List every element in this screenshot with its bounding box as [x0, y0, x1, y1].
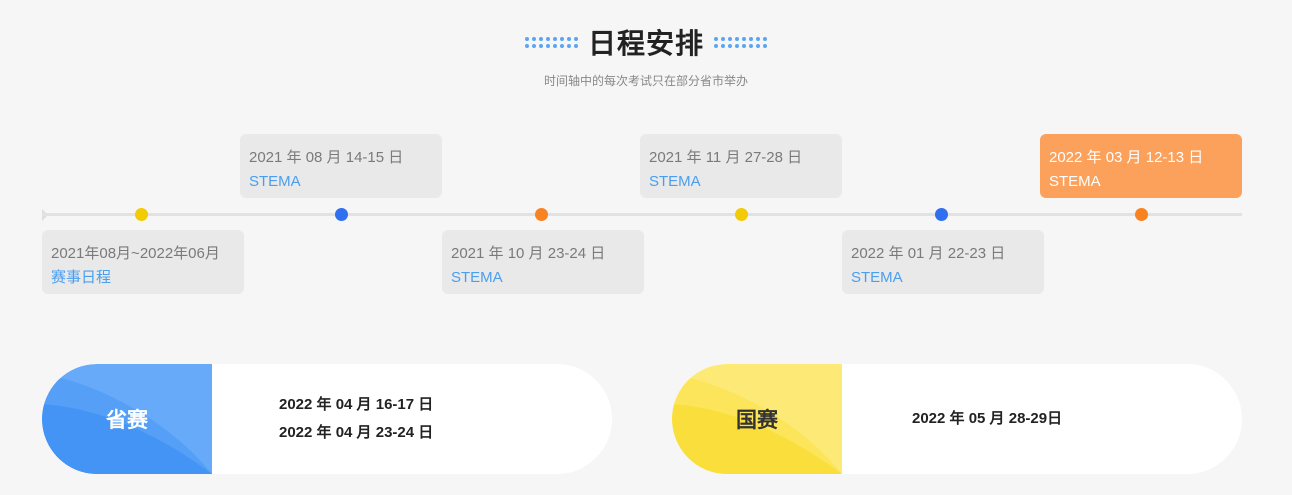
national-date-1: 2022 年 05 月 28-29日	[912, 410, 1063, 427]
timeline-card-date: 2021 年 08 月 14-15 日	[249, 149, 404, 166]
provincial-label: 省赛	[106, 409, 148, 432]
header: 日程安排 时间轴中的每次考试只在部分省市举办	[0, 22, 1292, 89]
timeline-card-stema-oct[interactable]: 2021 年 10 月 23-24 日 STEMA	[442, 230, 644, 294]
timeline-card-event: STEMA	[1049, 173, 1101, 190]
timeline-dot-3	[535, 208, 548, 221]
page-subtitle: 时间轴中的每次考试只在部分省市举办	[543, 74, 748, 88]
timeline-card-event: STEMA	[451, 269, 503, 286]
timeline-card-event: 赛事日程	[51, 269, 112, 286]
national-label: 国赛	[736, 409, 778, 432]
provincial-date-1: 2022 年 04 月 16-17 日	[279, 396, 434, 413]
timeline-dot-1	[135, 208, 148, 221]
provincial-competition-badge: 省赛	[42, 364, 212, 474]
title-row: 日程安排	[0, 22, 1292, 62]
timeline-card-date: 2021 年 10 月 23-24 日	[451, 245, 606, 262]
timeline-card-schedule[interactable]: 2021年08月~2022年06月 赛事日程	[42, 230, 244, 294]
timeline-dot-4	[735, 208, 748, 221]
timeline-card-event: STEMA	[851, 269, 903, 286]
timeline-card-stema-aug[interactable]: 2021 年 08 月 14-15 日 STEMA	[240, 134, 442, 198]
provincial-competition-card: 省赛 2022 年 04 月 16-17 日 2022 年 04 月 23-24…	[42, 364, 612, 474]
timeline-card-date: 2022 年 03 月 12-13 日	[1049, 149, 1204, 166]
timeline-dot-5	[935, 208, 948, 221]
timeline-card-date: 2021 年 11 月 27-28 日	[649, 149, 803, 166]
national-competition-card: 国赛 2022 年 05 月 28-29日	[672, 364, 1242, 474]
timeline-card-date: 2021年08月~2022年06月	[51, 245, 220, 262]
timeline-dot-6	[1135, 208, 1148, 221]
national-dates: 2022 年 05 月 28-29日	[912, 364, 1062, 474]
timeline-card-date: 2022 年 01 月 22-23 日	[851, 245, 1006, 262]
provincial-dates: 2022 年 04 月 16-17 日 2022 年 04 月 23-24 日	[279, 364, 433, 474]
dots-decoration-right	[714, 36, 767, 48]
timeline-card-stema-mar[interactable]: 2022 年 03 月 12-13 日 STEMA	[1040, 134, 1242, 198]
timeline-card-stema-nov[interactable]: 2021 年 11 月 27-28 日 STEMA	[640, 134, 842, 198]
dots-decoration-left	[524, 36, 578, 48]
page-title: 日程安排	[587, 28, 704, 59]
timeline-line	[42, 213, 1242, 216]
timeline-dot-2	[335, 208, 348, 221]
provincial-date-2: 2022 年 04 月 23-24 日	[279, 424, 434, 441]
timeline-card-event: STEMA	[249, 173, 301, 190]
national-competition-badge: 国赛	[672, 364, 842, 474]
timeline-card-stema-jan[interactable]: 2022 年 01 月 22-23 日 STEMA	[842, 230, 1044, 294]
timeline-card-event: STEMA	[649, 173, 701, 190]
